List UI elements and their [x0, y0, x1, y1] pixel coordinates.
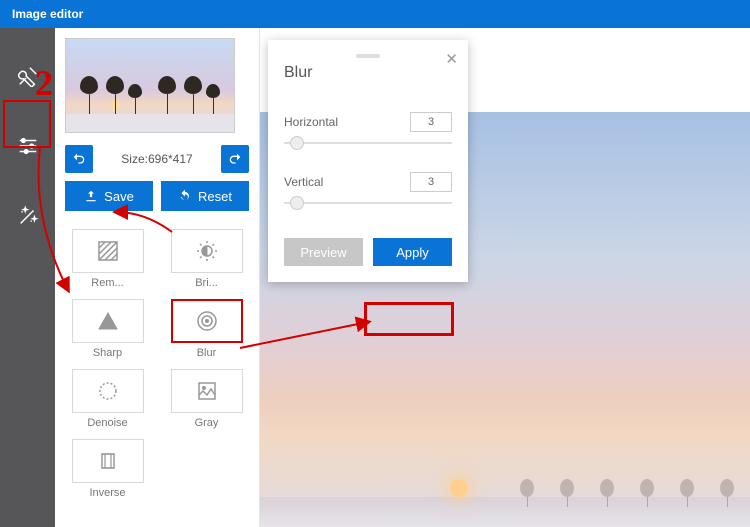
undo-icon [71, 151, 87, 167]
magic-rail-button[interactable] [8, 196, 48, 236]
sharp-tool[interactable] [72, 299, 144, 343]
save-button[interactable]: Save [65, 181, 153, 211]
adjust-rail-button[interactable] [8, 126, 48, 166]
target-icon [195, 309, 219, 333]
dialog-close-button[interactable]: ✕ [445, 50, 458, 68]
tool-label: Sharp [93, 347, 122, 359]
vertical-input[interactable] [410, 172, 452, 192]
tool-label: Rem... [91, 277, 123, 289]
film-roll-icon [96, 449, 120, 473]
diagonal-stripes-icon [96, 239, 120, 263]
blur-dialog: ✕ Blur Horizontal Vertical Preview Apply [268, 40, 468, 282]
upload-icon [84, 189, 98, 203]
tool-label: Gray [195, 417, 219, 429]
magic-wand-icon [17, 205, 39, 227]
reset-button[interactable]: Reset [161, 181, 249, 211]
image-thumbnail[interactable] [65, 38, 235, 133]
dotted-circle-icon [96, 379, 120, 403]
redo-icon [227, 151, 243, 167]
reset-icon [178, 189, 192, 203]
brightness-icon [195, 239, 219, 263]
tool-label: Blur [197, 347, 217, 359]
vertical-label: Vertical [284, 175, 323, 189]
dialog-grip[interactable] [356, 54, 380, 58]
close-icon: ✕ [445, 51, 458, 68]
inverse-tool[interactable] [72, 439, 144, 483]
undo-button[interactable] [65, 145, 93, 173]
tools-icon [17, 65, 39, 87]
sliders-icon [17, 135, 39, 157]
tool-panel: Size:696*417 Save Reset Rem... Bri... Sh… [55, 28, 260, 527]
triangle-icon [96, 309, 120, 333]
vertical-slider[interactable] [284, 196, 452, 210]
image-size: Size:696*417 [121, 152, 192, 166]
tool-label: Bri... [195, 277, 218, 289]
image-icon [195, 379, 219, 403]
tool-label: Denoise [87, 417, 127, 429]
tool-label: Inverse [89, 487, 125, 499]
redo-button[interactable] [221, 145, 249, 173]
denoise-tool[interactable] [72, 369, 144, 413]
horizontal-label: Horizontal [284, 115, 338, 129]
gray-tool[interactable] [171, 369, 243, 413]
left-rail [0, 28, 55, 527]
tools-rail-button[interactable] [8, 56, 48, 96]
app-title: Image editor [12, 7, 83, 21]
preview-button[interactable]: Preview [284, 238, 363, 266]
horizontal-input[interactable] [410, 112, 452, 132]
apply-button[interactable]: Apply [373, 238, 452, 266]
horizontal-slider[interactable] [284, 136, 452, 150]
dialog-title: Blur [284, 64, 452, 82]
title-bar: Image editor [0, 0, 750, 28]
brightness-tool[interactable] [171, 229, 243, 273]
blur-tool[interactable] [171, 299, 243, 343]
remove-bg-tool[interactable] [72, 229, 144, 273]
